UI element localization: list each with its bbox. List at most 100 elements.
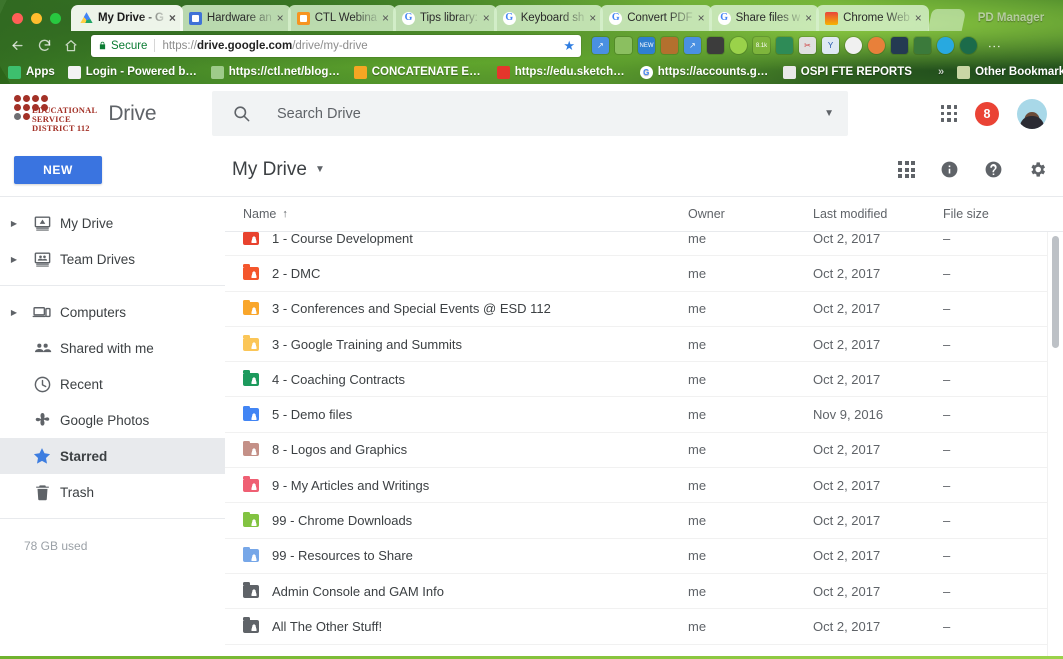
extension-icon[interactable] [845,37,862,54]
chevron-down-icon[interactable]: ▼ [315,164,325,175]
table-row[interactable]: 4 - Coaching ContractsmeOct 2, 2017– [225,362,1063,397]
extension-icon[interactable] [891,37,908,54]
table-row[interactable]: 1 - Course DevelopmentmeOct 2, 2017– [225,231,1063,256]
file-owner-cell: me [688,619,813,634]
shared-folder-icon [243,514,259,527]
apps-grid-icon[interactable] [941,105,958,122]
extension-icon[interactable] [868,37,885,54]
extension-icon[interactable] [914,37,931,54]
close-tab-button[interactable]: × [483,12,490,24]
extension-icon[interactable] [960,37,977,54]
extension-icon[interactable] [707,37,724,54]
sidebar-item-starred[interactable]: Starred [0,438,225,474]
bookmarks-overflow-icon[interactable]: » [938,66,944,78]
expand-triangle-icon[interactable]: ▶ [4,308,24,317]
close-tab-button[interactable]: × [915,12,922,24]
gear-icon[interactable] [1028,160,1047,179]
extension-icon[interactable]: 8.1k [753,37,770,54]
close-tab-button[interactable]: × [698,12,705,24]
esd112-logo[interactable]: EDUCATIONAL SERVICE DISTRICT 112 Drive [14,95,204,133]
close-tab-button[interactable]: × [805,12,812,24]
browser-tab[interactable]: GKeyboard sh× [494,5,604,31]
extension-icon[interactable] [937,37,954,54]
sidebar-item-computers[interactable]: ▶Computers [0,294,225,330]
help-icon[interactable] [984,160,1003,179]
info-icon[interactable] [940,160,959,179]
chrome-menu-button[interactable]: ⋮ [987,40,1002,52]
table-row[interactable]: 8 - Logos and GraphicsmeOct 2, 2017– [225,433,1063,468]
column-header-last-modified[interactable]: Last modified [813,207,943,221]
table-row[interactable]: 5 - Demo filesmeNov 9, 2016– [225,397,1063,432]
minimize-window-button[interactable] [31,13,42,24]
extension-icon[interactable] [730,37,747,54]
bookmark-item[interactable]: Ghttps://accounts.go... [640,66,770,79]
browser-tab[interactable]: Chrome Web× [816,5,929,31]
breadcrumb[interactable]: My Drive ▼ [232,159,325,181]
sidebar-item-shared-with-me[interactable]: Shared with me [0,330,225,366]
sidebar-item-google-photos[interactable]: Google Photos [0,402,225,438]
sidebar-item-trash[interactable]: Trash [0,474,225,510]
new-tab-button[interactable] [927,9,966,31]
reload-button[interactable] [31,33,57,59]
extension-icon[interactable] [776,37,793,54]
grid-view-icon[interactable] [898,161,915,178]
maximize-window-button[interactable] [50,13,61,24]
bookmark-item[interactable]: Login - Powered by... [68,66,198,79]
expand-triangle-icon[interactable]: ▶ [4,255,24,264]
close-tab-button[interactable]: × [169,12,176,24]
browser-tab[interactable]: My Drive - G× [71,5,183,31]
home-button[interactable] [58,33,84,59]
bookmark-item[interactable]: Apps [8,66,55,79]
url-prefix: https:// [162,40,197,52]
table-row[interactable]: 99 - Chrome DownloadsmeOct 2, 2017– [225,503,1063,538]
google-icon: G [718,12,731,25]
file-size-cell: – [943,337,1063,352]
table-row[interactable]: Admin Console and GAM InfomeOct 2, 2017– [225,574,1063,609]
bookmark-item[interactable]: https://ctl.net/blogs... [211,66,341,79]
bookmark-item[interactable]: https://edu.sketchu... [497,66,627,79]
table-row[interactable]: 99 - Resources to SharemeOct 2, 2017– [225,539,1063,574]
extension-icon[interactable]: ✂ [799,37,816,54]
browser-tab[interactable]: CTL Webina× [288,5,396,31]
bookmark-item[interactable]: CONCATENATE EM... [354,66,484,79]
table-row[interactable]: 9 - My Articles and WritingsmeOct 2, 201… [225,468,1063,503]
table-row[interactable]: 2 - DMCmeOct 2, 2017– [225,256,1063,291]
browser-tab[interactable]: GShare files w× [709,5,820,31]
bookmark-star-icon[interactable]: ★ [563,38,575,54]
new-button[interactable]: NEW [14,156,102,184]
sidebar-item-recent[interactable]: Recent [0,366,225,402]
chevron-down-icon[interactable]: ▼ [824,108,834,119]
close-window-button[interactable] [12,13,23,24]
scrollbar-thumb[interactable] [1052,236,1059,348]
notification-badge[interactable]: 8 [975,102,999,126]
search-bar[interactable]: ▼ [212,91,848,136]
table-row[interactable]: 3 - Google Training and SummitsmeOct 2, … [225,327,1063,362]
bookmark-item[interactable]: OSPI FTE REPORTS [783,66,912,79]
extension-icon[interactable]: Y [822,37,839,54]
table-row[interactable]: 3 - Conferences and Special Events @ ESD… [225,292,1063,327]
browser-tab[interactable]: GConvert PDF× [600,5,711,31]
other-bookmarks-button[interactable]: Other Bookmarks [957,66,1063,79]
column-header-file-size[interactable]: File size [943,207,1063,221]
back-button[interactable] [4,33,30,59]
extension-icon[interactable]: ↗ [592,37,609,54]
search-input[interactable] [277,106,824,122]
close-tab-button[interactable]: × [277,12,284,24]
column-header-owner[interactable]: Owner [688,207,813,221]
extension-icon[interactable]: NEW [638,37,655,54]
close-tab-button[interactable]: × [382,12,389,24]
shared-folder-icon [243,408,259,421]
column-header-name[interactable]: Name ↑ [243,207,688,221]
expand-triangle-icon[interactable]: ▶ [4,219,24,228]
avatar[interactable] [1017,99,1047,129]
browser-tab[interactable]: Hardware an× [180,5,291,31]
extension-icon[interactable]: ↗ [684,37,701,54]
table-row[interactable]: All The Other Stuff!meOct 2, 2017– [225,609,1063,644]
browser-tab[interactable]: GTips library:× [393,5,497,31]
extension-icon[interactable] [661,37,678,54]
extension-icon[interactable] [615,37,632,54]
sidebar-item-team-drives[interactable]: ▶Team Drives [0,241,225,277]
address-bar[interactable]: Secure https://drive.google.com/drive/my… [91,35,581,57]
sidebar-item-my-drive[interactable]: ▶My Drive [0,205,225,241]
close-tab-button[interactable]: × [589,12,596,24]
